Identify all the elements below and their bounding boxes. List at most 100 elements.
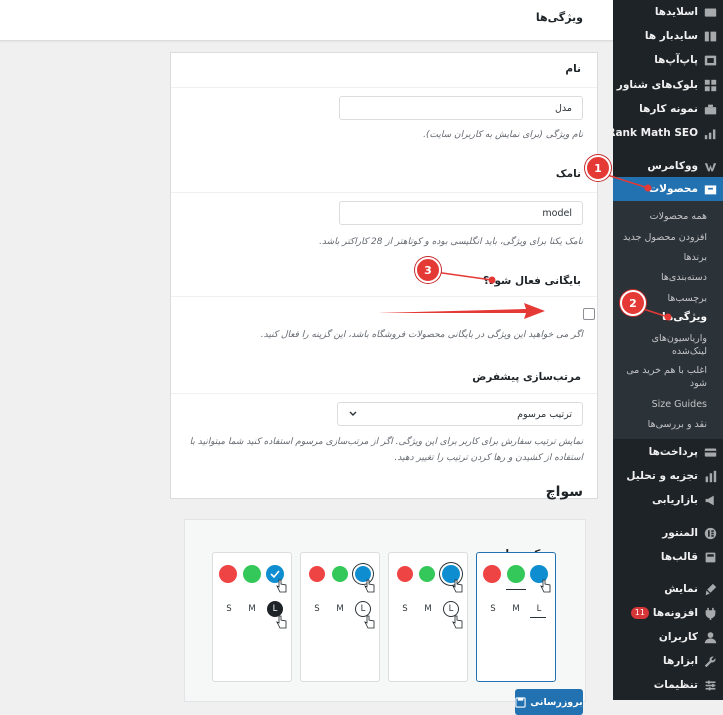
default-sort-description-line-1: نمایش ترتیب سفارش برای کاربر برای این وی… (189, 437, 583, 447)
menu-label: بلوک‌های شناور (616, 79, 698, 91)
elementor-icon (703, 526, 717, 540)
menu-label: ووکامرس (647, 160, 698, 172)
menu-item-plugins[interactable]: افزونه‌ها 11 (613, 601, 723, 625)
menu-item-payments[interactable]: پرداخت‌ها (613, 440, 723, 464)
submenu-linked-variations[interactable]: واریاسیون‌های لینک‌شده (613, 332, 723, 358)
plugins-icon (703, 606, 717, 620)
menu-item-templates[interactable]: قالب‌ها (613, 545, 723, 569)
size-option-m: M (424, 604, 432, 614)
menu-item-portfolio[interactable]: نمونه کارها (613, 97, 723, 121)
menu-item-floating-blocks[interactable]: بلوک‌های شناور (613, 73, 723, 97)
swatch-style-option-2[interactable]: S M L (388, 552, 468, 682)
archive-description: اگر می خواهید این ویژگی در بایگانی محصول… (260, 330, 583, 340)
color-swatch-red (219, 565, 237, 583)
menu-item-tools[interactable]: ابزارها (613, 649, 723, 673)
menu-item-settings[interactable]: تنظیمات (613, 673, 723, 697)
menu-label: بازاریابی (651, 494, 698, 506)
menu-item-woocommerce[interactable]: ووکامرس (613, 154, 723, 178)
divider (171, 296, 597, 297)
payments-icon (703, 445, 717, 459)
pointer-hand-icon (276, 615, 287, 629)
menu-item-slides[interactable]: اسلایدها (613, 0, 723, 24)
slug-label: نامک (555, 168, 581, 180)
update-button-label: بروزرسانی (530, 696, 583, 708)
pointer-hand-icon (452, 579, 463, 593)
submenu-all-products[interactable]: همه محصولات (613, 210, 723, 223)
menu-item-popups[interactable]: پاپ‌آپ‌ها (613, 48, 723, 72)
slug-input[interactable] (339, 201, 583, 225)
menu-label: محصولات (648, 183, 698, 195)
menu-label: Rank Math SEO (607, 127, 698, 139)
name-input[interactable] (339, 96, 583, 120)
menu-label: افزونه‌ها (652, 607, 698, 619)
size-option-s: S (402, 604, 408, 614)
color-swatch-red (483, 565, 501, 583)
default-sort-label: مرتب‌سازی پیشفرض (472, 371, 581, 383)
analytics-icon (703, 469, 717, 483)
swatch-style-option-1[interactable]: S M L (476, 552, 556, 682)
menu-label: تجزیه و تحلیل (626, 470, 698, 482)
divider (171, 87, 597, 88)
size-option-m: M (512, 604, 520, 614)
size-option-s: S (226, 604, 232, 614)
swatch-settings-panel: سبک سواچ S M L S M L S M L (184, 519, 586, 702)
swatch-style-option-4[interactable]: S M L (212, 552, 292, 682)
size-option-m: M (336, 604, 344, 614)
enable-archive-checkbox[interactable] (583, 308, 595, 320)
underline-indicator (530, 617, 546, 618)
size-option-m: M (248, 604, 256, 614)
menu-item-marketing[interactable]: بازاریابی (613, 488, 723, 512)
menu-item-appearance[interactable]: نمایش (613, 577, 723, 601)
menu-item-analytics[interactable]: تجزیه و تحلیل (613, 464, 723, 488)
slides-icon (703, 5, 717, 19)
submenu-add-product[interactable]: افزودن محصول جدید (613, 231, 723, 244)
update-button[interactable]: بروزرسانی (515, 689, 583, 715)
color-swatch-green (332, 566, 348, 582)
pointer-hand-icon (364, 579, 375, 593)
tools-icon (703, 654, 717, 668)
selected-option: ترتیب مرسوم (517, 408, 572, 420)
submenu-reviews[interactable]: نقد و بررسی‌ها (613, 418, 723, 431)
top-header: ویژگی‌ها (0, 0, 613, 41)
page-title: ویژگی‌ها (535, 11, 583, 24)
plugins-update-badge: 11 (630, 607, 649, 619)
pointer-hand-icon (364, 615, 375, 629)
submenu-brands[interactable]: برندها (613, 251, 723, 264)
woocommerce-icon (703, 159, 717, 173)
users-icon (703, 630, 717, 644)
save-icon (515, 696, 526, 708)
name-label: نام (565, 63, 581, 75)
size-option-l: L (536, 604, 542, 614)
size-option-s: S (490, 604, 496, 614)
appearance-icon (703, 582, 717, 596)
menu-item-products[interactable]: محصولات (613, 177, 723, 201)
color-swatch-red (397, 566, 413, 582)
swatch-style-option-3[interactable]: S M L (300, 552, 380, 682)
pointer-hand-icon (452, 615, 463, 629)
divider (171, 192, 597, 193)
swatch-section-title: سواچ (545, 484, 583, 500)
menu-item-users[interactable]: کاربران (613, 625, 723, 649)
menu-label: اسلایدها (654, 6, 698, 18)
active-menu-pointer (606, 183, 613, 199)
menu-item-sidebars[interactable]: سایدبار ها (613, 24, 723, 48)
menu-label: نمایش (664, 583, 698, 595)
annotation-marker-3: 3 (415, 257, 441, 283)
sidebar-icon (703, 29, 717, 43)
menu-label: المنتور (662, 527, 698, 539)
annotation-marker-1: 1 (585, 155, 611, 181)
floating-blocks-icon (703, 78, 717, 92)
marketing-icon (703, 493, 717, 507)
menu-item-elementor[interactable]: المنتور (613, 521, 723, 545)
submenu-categories[interactable]: دسته‌بندی‌ها (613, 271, 723, 284)
color-swatch-green (243, 565, 261, 583)
rank-math-icon (703, 126, 717, 140)
menu-label: تنظیمات (653, 679, 698, 691)
menu-item-rank-math[interactable]: Rank Math SEO (607, 121, 723, 145)
default-sort-select[interactable]: ترتیب مرسوم (337, 402, 583, 426)
menu-label: کاربران (658, 631, 698, 643)
annotation-marker-2: 2 (620, 290, 646, 316)
submenu-size-guides[interactable]: Size Guides (613, 398, 723, 411)
color-swatch-red (309, 566, 325, 582)
submenu-frequently-bought[interactable]: اغلب با هم خرید می شود (613, 364, 723, 390)
